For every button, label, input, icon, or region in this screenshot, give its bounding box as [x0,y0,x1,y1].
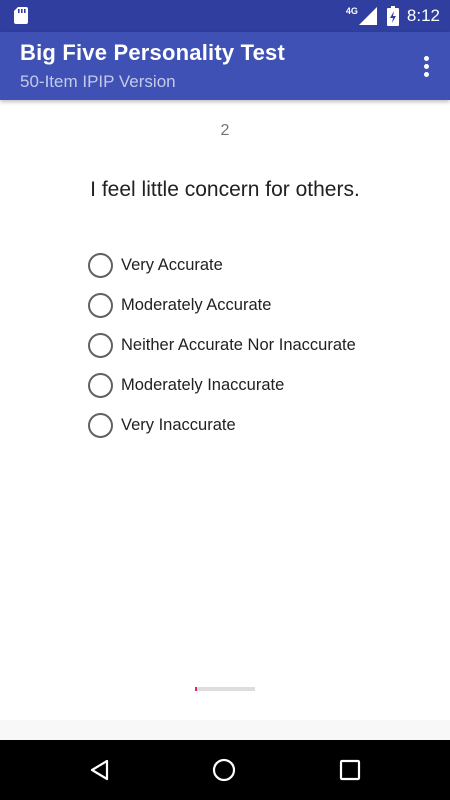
option-moderately-inaccurate[interactable]: Moderately Inaccurate [88,365,356,405]
battery-charging-icon [386,6,399,26]
radio-button[interactable] [88,292,113,318]
question-text: I feel little concern for others. [90,178,360,201]
progress-fill [195,687,198,691]
network-type-label: 4G [345,6,358,16]
option-label: Very Inaccurate [121,415,236,434]
recents-icon[interactable] [338,758,362,782]
back-icon[interactable] [88,758,112,782]
app-subtitle: 50-Item IPIP Version [20,72,176,91]
bottom-strip [0,720,450,740]
question-number: 2 [220,122,230,139]
option-very-inaccurate[interactable]: Very Inaccurate [88,405,356,445]
option-label: Neither Accurate Nor Inaccurate [121,335,356,354]
option-moderately-accurate[interactable]: Moderately Accurate [88,285,356,325]
radio-button[interactable] [88,332,113,358]
progress-bar [195,687,255,691]
home-icon[interactable] [212,758,236,782]
option-very-accurate[interactable]: Very Accurate [88,245,356,285]
radio-button[interactable] [88,412,113,438]
status-icons: 4G 8:12 [346,0,440,32]
overflow-menu-icon[interactable] [414,48,438,84]
navigation-bar [0,740,450,800]
option-label: Very Accurate [121,255,223,274]
app-bar: Big Five Personality Test 50-Item IPIP V… [0,32,450,100]
app-title: Big Five Personality Test [20,40,286,65]
option-neither[interactable]: Neither Accurate Nor Inaccurate [88,325,356,365]
answer-options: Very Accurate Moderately Accurate Neithe… [88,245,356,445]
sd-card-icon [14,7,28,24]
status-bar: 4G 8:12 [0,0,450,32]
option-label: Moderately Inaccurate [121,375,285,394]
option-label: Moderately Accurate [121,295,272,314]
radio-button[interactable] [88,252,113,278]
clock: 8:12 [406,6,440,25]
signal-icon [358,7,377,25]
radio-button[interactable] [88,372,113,398]
